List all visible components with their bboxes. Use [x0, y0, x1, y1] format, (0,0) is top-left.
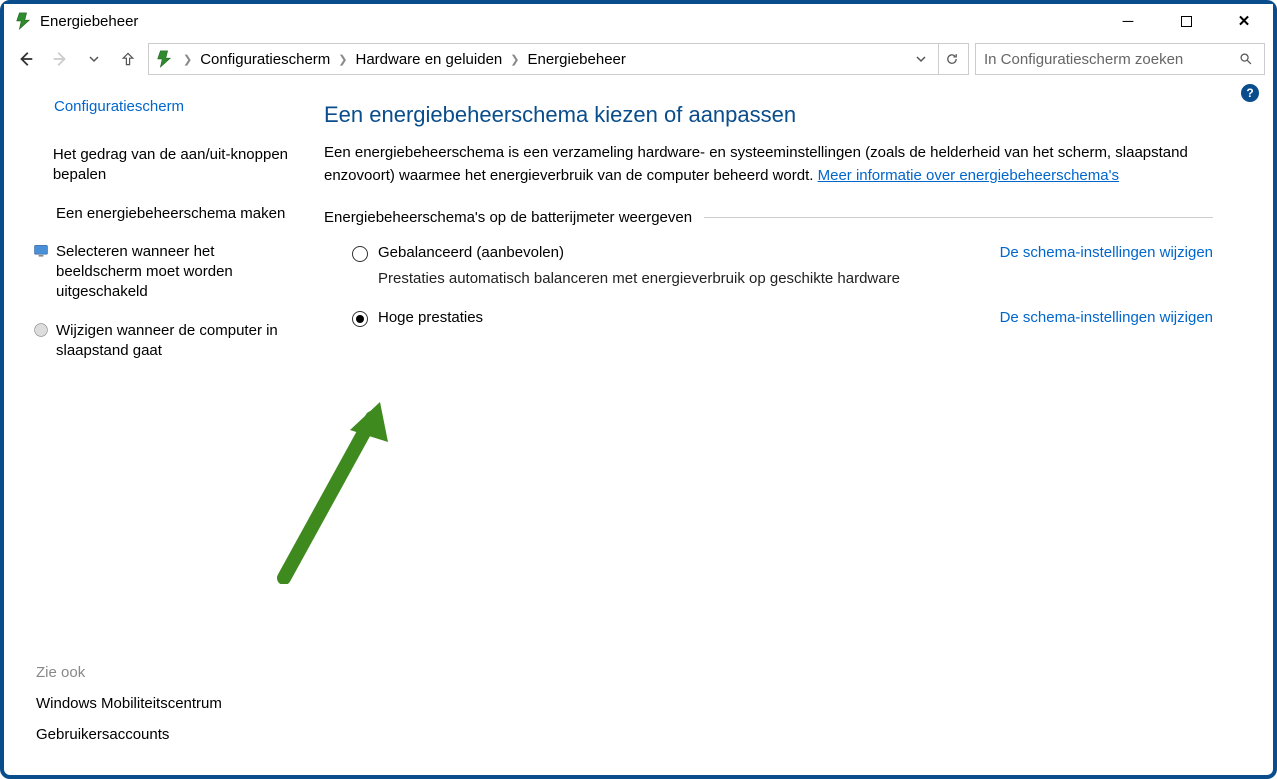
- refresh-button[interactable]: [938, 44, 964, 74]
- chevron-right-icon: ❯: [334, 53, 351, 66]
- search-box[interactable]: [975, 43, 1265, 75]
- page-heading: Een energiebeheerschema kiezen of aanpas…: [324, 102, 1213, 128]
- sidebar-item-label: Selecteren wanneer het beeldscherm moet …: [56, 242, 294, 303]
- moon-icon: [32, 321, 50, 339]
- help-button[interactable]: ?: [1241, 84, 1259, 102]
- window-close-button[interactable]: [1215, 4, 1273, 38]
- see-also-link[interactable]: Windows Mobiliteitscentrum: [36, 695, 294, 712]
- monitor-icon: [32, 242, 50, 260]
- breadcrumb-item[interactable]: Hardware en geluiden: [356, 51, 503, 68]
- page-description: Een energiebeheerschema is een verzameli…: [324, 142, 1213, 187]
- plan-name-label[interactable]: Hoge prestaties: [378, 309, 483, 326]
- chevron-right-icon: ❯: [179, 53, 196, 66]
- sidebar: Configuratiescherm Het gedrag van de aan…: [4, 80, 304, 775]
- power-options-icon: [14, 12, 32, 30]
- change-plan-settings-link[interactable]: De schema-instellingen wijzigen: [1000, 309, 1213, 326]
- window-maximize-button[interactable]: [1157, 4, 1215, 38]
- breadcrumb-item[interactable]: Configuratiescherm: [200, 51, 330, 68]
- sidebar-item-label: Een energiebeheerschema maken: [56, 204, 285, 224]
- radio-balanced[interactable]: [352, 246, 368, 262]
- power-plan-row-balanced: Gebalanceerd (aanbevolen) De schema-inst…: [324, 240, 1213, 266]
- history-dropdown-button[interactable]: [80, 45, 108, 73]
- sidebar-item[interactable]: Een energiebeheerschema maken: [32, 204, 294, 224]
- sidebar-item[interactable]: Selecteren wanneer het beeldscherm moet …: [32, 242, 294, 303]
- power-plan-row-high-performance: Hoge prestaties De schema-instellingen w…: [324, 305, 1213, 331]
- radio-high-performance[interactable]: [352, 311, 368, 327]
- more-info-link[interactable]: Meer informatie over energiebeheerschema…: [818, 167, 1119, 184]
- sidebar-item[interactable]: Wijzigen wanneer de computer in slaapsta…: [32, 321, 294, 362]
- sidebar-item-label: Wijzigen wanneer de computer in slaapsta…: [56, 321, 294, 362]
- window-minimize-button[interactable]: [1099, 4, 1157, 38]
- titlebar: Energiebeheer: [4, 4, 1273, 38]
- search-icon[interactable]: [1236, 52, 1256, 66]
- breadcrumb-dropdown-button[interactable]: [908, 44, 934, 74]
- sidebar-item[interactable]: Het gedrag van de aan/uit-knoppen bepale…: [32, 145, 294, 186]
- change-plan-settings-link[interactable]: De schema-instellingen wijzigen: [1000, 244, 1213, 261]
- chevron-right-icon: ❯: [506, 53, 523, 66]
- breadcrumb-item[interactable]: Energiebeheer: [527, 51, 625, 68]
- sidebar-item-label: Het gedrag van de aan/uit-knoppen bepale…: [53, 145, 294, 186]
- search-input[interactable]: [984, 51, 1236, 68]
- content-area: Configuratiescherm Het gedrag van de aan…: [4, 80, 1273, 775]
- window-title: Energiebeheer: [40, 13, 138, 30]
- control-panel-home-link[interactable]: Configuratiescherm: [54, 98, 294, 115]
- nav-bar: ❯ Configuratiescherm ❯ Hardware en gelui…: [4, 38, 1273, 80]
- see-also-heading: Zie ook: [36, 664, 294, 681]
- see-also-link[interactable]: Gebruikersaccounts: [36, 726, 294, 743]
- forward-button[interactable]: [46, 45, 74, 73]
- breadcrumb-bar[interactable]: ❯ Configuratiescherm ❯ Hardware en gelui…: [148, 43, 969, 75]
- up-button[interactable]: [114, 45, 142, 73]
- plan-description: Prestaties automatisch balanceren met en…: [324, 270, 1213, 287]
- plan-group-legend: Energiebeheerschema's op de batterijmete…: [324, 209, 1213, 226]
- back-button[interactable]: [12, 45, 40, 73]
- main-panel: Een energiebeheerschema kiezen of aanpas…: [304, 80, 1273, 775]
- breadcrumb-icon: [153, 48, 175, 70]
- plan-name-label[interactable]: Gebalanceerd (aanbevolen): [378, 244, 564, 261]
